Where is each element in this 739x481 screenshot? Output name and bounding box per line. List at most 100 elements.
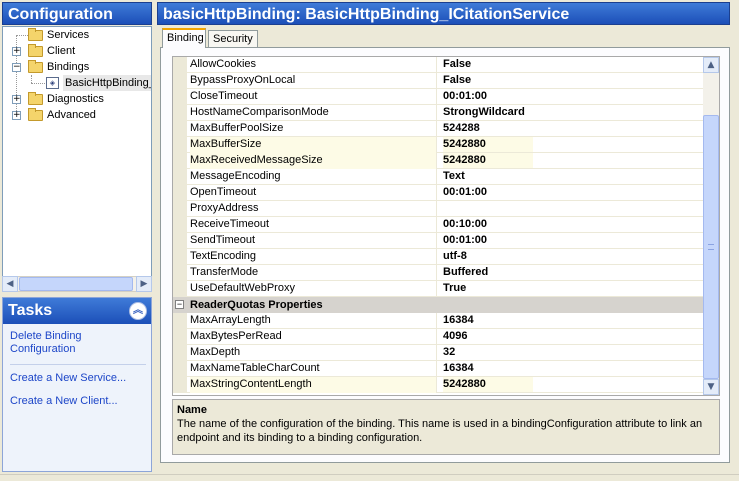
property-value[interactable]: 00:10:00 xyxy=(443,217,705,232)
property-value[interactable]: 524288 xyxy=(443,121,705,136)
tasks-panel: Tasks ︽ Delete Binding Configuration Cre… xyxy=(2,297,152,472)
tab-security[interactable]: Security xyxy=(208,30,258,48)
property-value[interactable]: False xyxy=(443,73,705,88)
property-row[interactable]: TransferMode Buffered xyxy=(173,265,705,281)
property-row[interactable]: OpenTimeout 00:01:00 xyxy=(173,185,705,201)
property-row[interactable]: MaxBytesPerRead 4096 xyxy=(173,329,705,345)
property-name: MessageEncoding xyxy=(190,169,437,185)
property-value[interactable]: StrongWildcard xyxy=(443,105,705,120)
scroll-thumb[interactable] xyxy=(703,115,719,379)
property-row[interactable]: MaxStringContentLength 5242880 xyxy=(173,377,705,393)
grip-icon xyxy=(708,244,714,250)
row-gutter xyxy=(173,329,187,345)
row-gutter xyxy=(173,169,187,185)
property-value[interactable]: Buffered xyxy=(443,265,705,280)
property-name: MaxReceivedMessageSize xyxy=(190,153,437,169)
property-name: MaxBufferSize xyxy=(190,137,437,153)
status-bar xyxy=(0,474,739,481)
row-gutter xyxy=(173,121,187,137)
row-gutter xyxy=(173,281,187,297)
collapse-icon[interactable]: − xyxy=(12,63,21,72)
property-row[interactable]: UseDefaultWebProxy True xyxy=(173,281,705,297)
tree-item-bindings[interactable]: − Bindings xyxy=(3,59,151,75)
property-row[interactable]: HostNameComparisonMode StrongWildcard xyxy=(173,105,705,121)
right-pane: basicHttpBinding: BasicHttpBinding_ICita… xyxy=(157,0,739,472)
property-value[interactable]: 00:01:00 xyxy=(443,89,705,104)
property-value[interactable]: 16384 xyxy=(443,361,705,376)
property-row[interactable]: BypassProxyOnLocal False xyxy=(173,73,705,89)
property-value[interactable]: 16384 xyxy=(443,313,705,328)
create-new-service-link[interactable]: Create a New Service... xyxy=(10,372,144,385)
property-name: HostNameComparisonMode xyxy=(190,105,437,121)
create-new-client-link[interactable]: Create a New Client... xyxy=(10,395,144,408)
row-gutter xyxy=(173,345,187,361)
property-value[interactable]: 5242880 xyxy=(443,137,533,152)
folder-icon xyxy=(28,108,43,121)
property-grid-scrollbar[interactable]: ▲ ▼ xyxy=(703,57,719,395)
tree-item-advanced[interactable]: + Advanced xyxy=(3,107,151,123)
property-row[interactable]: MaxReceivedMessageSize 5242880 xyxy=(173,153,705,169)
description-text: The name of the configuration of the bin… xyxy=(177,418,703,444)
property-value[interactable]: False xyxy=(443,57,705,72)
category-reader-quotas[interactable]: − ReaderQuotas Properties xyxy=(173,297,705,313)
tree-item-client[interactable]: + Client xyxy=(3,43,151,59)
property-row[interactable]: ReceiveTimeout 00:10:00 xyxy=(173,217,705,233)
delete-binding-configuration-link[interactable]: Delete Binding Configuration xyxy=(10,330,144,356)
property-row[interactable]: AllowCookies False xyxy=(173,57,705,73)
property-grid[interactable]: AllowCookies False BypassProxyOnLocal False… xyxy=(172,56,720,396)
configuration-header: Configuration xyxy=(2,2,152,25)
collapse-icon[interactable]: − xyxy=(175,300,184,309)
left-pane: Configuration Services + Client − Bindin… xyxy=(0,0,154,472)
expand-icon[interactable]: + xyxy=(12,47,21,56)
scroll-down-button[interactable]: ▼ xyxy=(703,379,719,395)
property-name: MaxBufferPoolSize xyxy=(190,121,437,137)
property-row[interactable]: ProxyAddress xyxy=(173,201,705,217)
tree-item-services[interactable]: Services xyxy=(3,27,151,43)
row-gutter xyxy=(173,105,187,121)
expand-icon[interactable]: + xyxy=(12,95,21,104)
scroll-thumb[interactable] xyxy=(19,277,133,291)
property-row[interactable]: SendTimeout 00:01:00 xyxy=(173,233,705,249)
property-value[interactable]: True xyxy=(443,281,705,296)
description-title: Name xyxy=(177,404,207,416)
property-value[interactable]: Text xyxy=(443,169,705,184)
scroll-right-button[interactable]: ▶ xyxy=(136,276,152,292)
tree-item-basichttpbinding[interactable]: ◈ BasicHttpBinding_ xyxy=(3,75,151,91)
property-row[interactable]: MaxDepth 32 xyxy=(173,345,705,361)
category-label: ReaderQuotas Properties xyxy=(190,299,323,311)
row-gutter xyxy=(173,233,187,249)
property-value[interactable]: 5242880 xyxy=(443,153,533,168)
property-value[interactable]: 00:01:00 xyxy=(443,233,705,248)
row-gutter xyxy=(173,137,187,153)
property-row[interactable]: TextEncoding utf-8 xyxy=(173,249,705,265)
divider xyxy=(10,364,146,365)
property-row[interactable]: MaxArrayLength 16384 xyxy=(173,313,705,329)
property-value[interactable]: 00:01:00 xyxy=(443,185,705,200)
configuration-tree[interactable]: Services + Client − Bindings ◈ BasicHttp… xyxy=(2,26,152,292)
property-name: MaxBytesPerRead xyxy=(190,329,437,345)
tree-item-diagnostics[interactable]: + Diagnostics xyxy=(3,91,151,107)
collapse-chevron-icon[interactable]: ︽ xyxy=(129,302,147,320)
property-name: AllowCookies xyxy=(190,57,437,73)
property-value[interactable]: 4096 xyxy=(443,329,705,344)
property-row[interactable]: MaxNameTableCharCount 16384 xyxy=(173,361,705,377)
expand-icon[interactable]: + xyxy=(12,111,21,120)
property-value[interactable]: 32 xyxy=(443,345,705,360)
scroll-left-button[interactable]: ◀ xyxy=(2,276,18,292)
property-name: MaxNameTableCharCount xyxy=(190,361,437,377)
property-row[interactable]: MaxBufferPoolSize 524288 xyxy=(173,121,705,137)
row-gutter xyxy=(173,153,187,169)
scroll-up-button[interactable]: ▲ xyxy=(703,57,719,73)
property-row[interactable]: CloseTimeout 00:01:00 xyxy=(173,89,705,105)
property-value[interactable]: 5242880 xyxy=(443,377,533,392)
row-gutter xyxy=(173,313,187,329)
property-row[interactable]: MaxBufferSize 5242880 xyxy=(173,137,705,153)
tree-horizontal-scrollbar[interactable]: ◀ ▶ xyxy=(2,276,152,292)
property-row[interactable]: MessageEncoding Text xyxy=(173,169,705,185)
property-name: OpenTimeout xyxy=(190,185,437,201)
property-value[interactable]: utf-8 xyxy=(443,249,705,264)
property-name: MaxStringContentLength xyxy=(190,377,437,393)
row-gutter xyxy=(173,361,187,377)
tab-binding[interactable]: Binding xyxy=(162,28,206,48)
row-gutter xyxy=(173,201,187,217)
